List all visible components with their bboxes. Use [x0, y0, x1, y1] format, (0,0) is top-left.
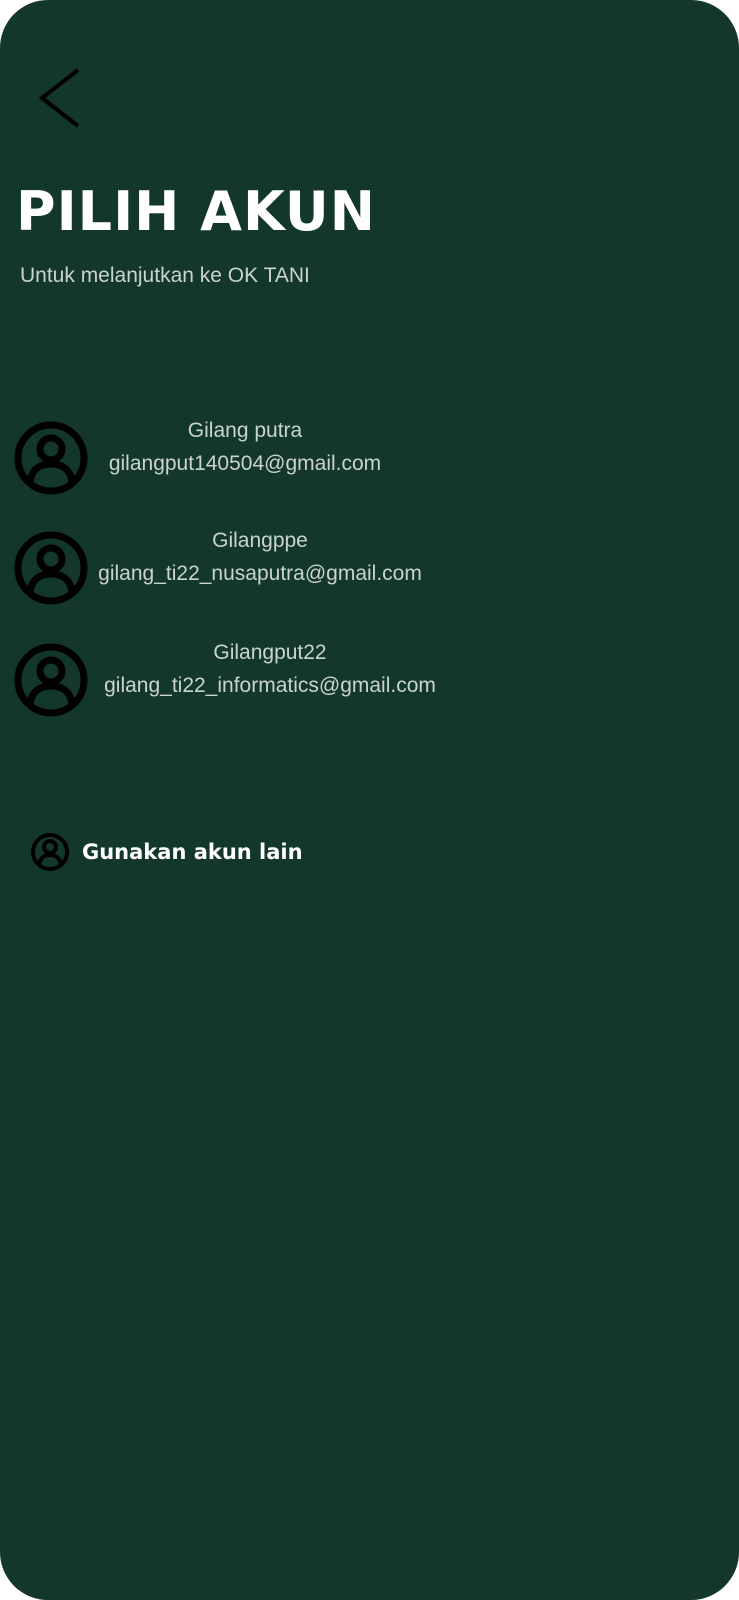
use-another-account-button[interactable]: Gunakan akun lain: [30, 832, 303, 872]
account-email: gilang_ti22_informatics@gmail.com: [104, 674, 436, 697]
chevron-left-icon: [38, 68, 80, 128]
account-info: Gilang putra gilangput140504@gmail.com: [100, 414, 390, 480]
account-email: gilangput140504@gmail.com: [108, 452, 382, 475]
account-picker-screen: PILIH AKUN Untuk melanjutkan ke OK TANI …: [0, 0, 739, 1600]
account-email: gilang_ti22_nusaputra@gmail.com: [98, 562, 422, 585]
account-info: Gilangput22 gilang_ti22_informatics@gmai…: [92, 636, 448, 702]
page-subtitle: Untuk melanjutkan ke OK TANI: [20, 264, 310, 287]
user-circle-icon: [14, 421, 88, 495]
account-name: Gilangppe: [212, 529, 308, 552]
account-info: Gilangppe gilang_ti22_nusaputra@gmail.co…: [90, 524, 430, 590]
back-button[interactable]: [28, 64, 92, 132]
use-another-account-label: Gunakan akun lain: [82, 840, 303, 864]
account-item[interactable]: Gilangppe gilang_ti22_nusaputra@gmail.co…: [0, 524, 739, 608]
account-name: Gilangput22: [213, 641, 327, 664]
user-circle-icon: [14, 643, 88, 717]
user-circle-icon: [31, 833, 69, 871]
page-title: PILIH AKUN: [16, 180, 376, 243]
account-item[interactable]: Gilangput22 gilang_ti22_informatics@gmai…: [0, 636, 739, 720]
account-item[interactable]: Gilang putra gilangput140504@gmail.com: [0, 414, 739, 498]
user-circle-icon: [14, 531, 88, 605]
account-name: Gilang putra: [187, 419, 303, 442]
